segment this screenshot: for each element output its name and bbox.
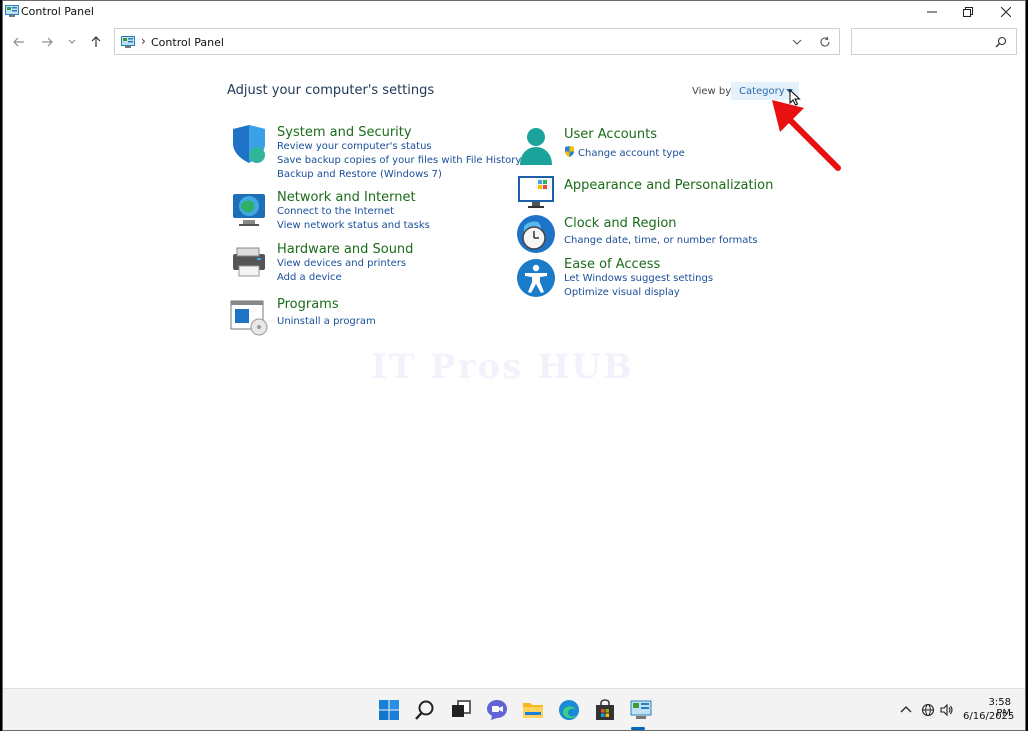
restore-icon bbox=[963, 7, 973, 17]
link-backup-restore[interactable]: Backup and Restore (Windows 7) bbox=[277, 169, 442, 180]
link-change-account-type[interactable]: Change account type bbox=[564, 146, 685, 159]
link-windows-suggest[interactable]: Let Windows suggest settings bbox=[564, 273, 713, 284]
category-title[interactable]: Network and Internet bbox=[277, 190, 416, 205]
chevron-down-icon bbox=[68, 39, 76, 44]
close-icon bbox=[1001, 7, 1011, 17]
link-uninstall-program[interactable]: Uninstall a program bbox=[277, 316, 376, 327]
category-ease-of-access: Ease of Access Let Windows suggest setti… bbox=[516, 257, 786, 300]
category-clock-region: Clock and Region Change date, time, or n… bbox=[516, 214, 786, 254]
category-title[interactable]: User Accounts bbox=[564, 127, 657, 142]
arrow-right-icon bbox=[42, 37, 53, 47]
chat-icon[interactable] bbox=[485, 698, 509, 722]
link-optimize-visual[interactable]: Optimize visual display bbox=[564, 287, 680, 298]
category-user-accounts: User Accounts Change account type bbox=[516, 127, 786, 167]
up-button[interactable] bbox=[88, 34, 104, 50]
category-system-security: System and Security Review your computer… bbox=[229, 125, 521, 183]
link-label[interactable]: Change account type bbox=[578, 148, 685, 159]
link-network-status[interactable]: View network status and tasks bbox=[277, 220, 430, 231]
link-review-status[interactable]: Review your computer's status bbox=[277, 141, 432, 152]
category-title[interactable]: Clock and Region bbox=[564, 216, 677, 231]
forward-button[interactable] bbox=[39, 34, 55, 50]
category-title[interactable]: Hardware and Sound bbox=[277, 242, 413, 257]
breadcrumb-control-panel[interactable]: Control Panel bbox=[151, 36, 224, 49]
network-globe-icon[interactable] bbox=[921, 703, 935, 717]
page-title: Adjust your computer's settings bbox=[227, 83, 435, 98]
title-bar: Control Panel bbox=[3, 1, 1025, 23]
arrow-up-icon bbox=[91, 36, 101, 47]
link-change-date-formats[interactable]: Change date, time, or number formats bbox=[564, 235, 758, 246]
category-appearance: Appearance and Personalization bbox=[516, 172, 786, 208]
category-programs: Programs Uninstall a program bbox=[229, 297, 499, 336]
address-bar[interactable]: › Control Panel bbox=[114, 28, 840, 55]
link-file-history[interactable]: Save backup copies of your files with Fi… bbox=[277, 155, 521, 166]
category-title[interactable]: Appearance and Personalization bbox=[564, 178, 773, 193]
control-panel-icon bbox=[121, 36, 135, 48]
active-app-indicator bbox=[631, 727, 645, 730]
programs-icon bbox=[230, 300, 268, 336]
window-title: Control Panel bbox=[21, 5, 94, 18]
category-network-internet: Network and Internet Connect to the Inte… bbox=[229, 190, 499, 234]
recent-locations-button[interactable] bbox=[64, 34, 80, 50]
chevron-up-icon[interactable] bbox=[899, 703, 913, 717]
search-icon[interactable] bbox=[995, 36, 1007, 48]
category-title[interactable]: System and Security bbox=[277, 125, 412, 140]
chevron-down-icon[interactable] bbox=[791, 36, 803, 48]
refresh-icon[interactable] bbox=[819, 36, 831, 48]
accessibility-icon bbox=[517, 259, 555, 297]
link-connect-internet[interactable]: Connect to the Internet bbox=[277, 206, 394, 217]
taskbar: 3:58 PM 6/16/2025 bbox=[3, 688, 1025, 730]
view-by-label: View by: bbox=[692, 86, 734, 97]
minimize-icon bbox=[927, 11, 937, 13]
search-box[interactable] bbox=[851, 28, 1017, 55]
control-panel-icon bbox=[5, 5, 19, 17]
link-add-device[interactable]: Add a device bbox=[277, 272, 342, 283]
minimize-button[interactable] bbox=[913, 1, 951, 23]
control-panel-window: Control Panel › Control Panel Adjust you… bbox=[2, 0, 1026, 731]
store-icon[interactable] bbox=[593, 698, 617, 722]
windows-start-icon[interactable] bbox=[377, 698, 401, 722]
network-globe-icon bbox=[233, 194, 265, 226]
task-view-icon[interactable] bbox=[449, 698, 473, 722]
breadcrumb-separator[interactable]: › bbox=[141, 34, 146, 48]
navigation-bar: › Control Panel bbox=[3, 27, 1025, 57]
category-title[interactable]: Ease of Access bbox=[564, 257, 660, 272]
watermark-text: IT Pros HUB bbox=[371, 347, 634, 387]
edge-icon[interactable] bbox=[557, 698, 581, 722]
volume-icon[interactable] bbox=[940, 703, 954, 717]
search-icon[interactable] bbox=[413, 698, 437, 722]
control-panel-icon[interactable] bbox=[629, 698, 653, 722]
restore-button[interactable] bbox=[949, 1, 987, 23]
file-explorer-icon[interactable] bbox=[521, 698, 545, 722]
shield-icon bbox=[233, 125, 265, 163]
close-button[interactable] bbox=[987, 1, 1025, 23]
category-hardware-sound: Hardware and Sound View devices and prin… bbox=[229, 242, 499, 286]
clock-globe-icon bbox=[517, 215, 555, 253]
link-devices-printers[interactable]: View devices and printers bbox=[277, 258, 406, 269]
clock-date[interactable]: 6/16/2025 bbox=[963, 711, 1014, 722]
category-title[interactable]: Programs bbox=[277, 297, 339, 312]
appearance-monitor-icon bbox=[518, 176, 554, 208]
printer-icon bbox=[233, 247, 265, 277]
uac-shield-icon bbox=[565, 146, 574, 157]
user-icon bbox=[520, 128, 552, 165]
back-button[interactable] bbox=[11, 34, 27, 50]
arrow-left-icon bbox=[13, 37, 24, 47]
